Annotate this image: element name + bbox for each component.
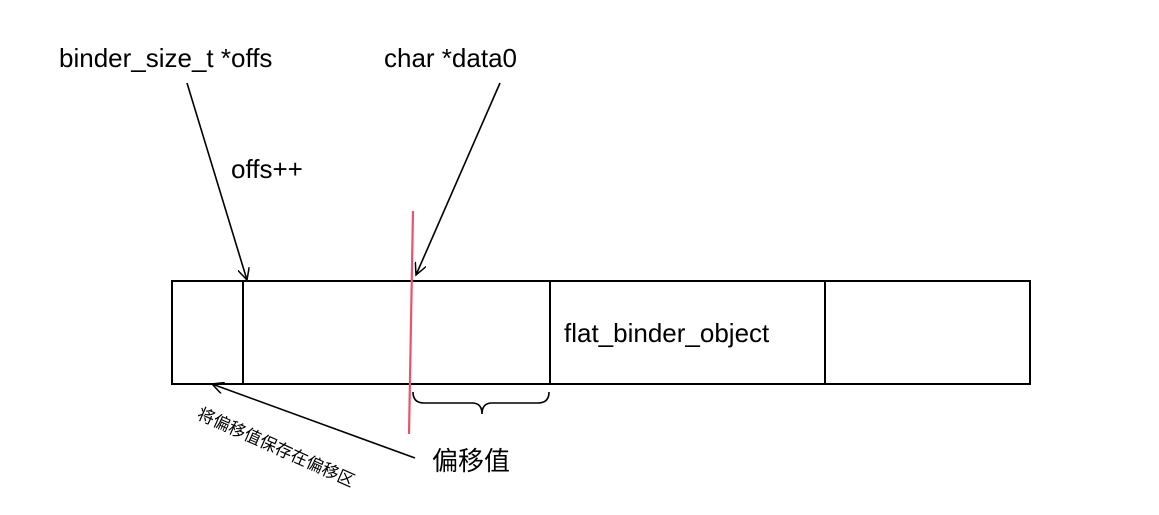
data-pointer-arrow xyxy=(416,82,501,275)
data0-marker-line xyxy=(407,210,415,435)
offs-increment-label: offs++ xyxy=(231,154,303,184)
save-offset-arrow xyxy=(212,384,416,459)
binder-offset-diagram: binder_size_t *offs char *data0 offs++ f… xyxy=(59,43,1031,492)
data-pointer-label: char *data0 xyxy=(384,43,517,73)
offset-bracket xyxy=(412,391,550,415)
offs-pointer-label: binder_size_t *offs xyxy=(59,43,272,73)
offset-value-label: 偏移值 xyxy=(432,447,510,477)
save-offset-note: 将偏移值保存在偏移区 xyxy=(194,404,357,491)
flat-binder-object-label: flat_binder_object xyxy=(564,318,770,348)
